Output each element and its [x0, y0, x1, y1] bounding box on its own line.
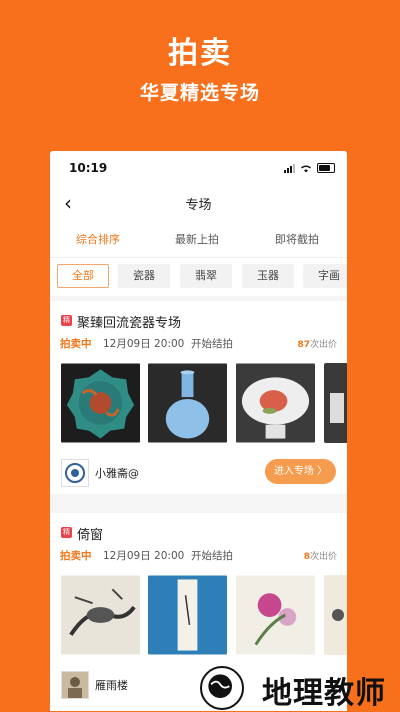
- bid-count: 87次出价: [297, 340, 337, 350]
- filter-calligraphy[interactable]: 字画: [303, 264, 347, 288]
- enter-session-button[interactable]: 进入专场 〉: [265, 459, 336, 484]
- end-date: 12月09日 20:00: [103, 338, 185, 350]
- lot-image[interactable]: [324, 363, 347, 443]
- shop-name[interactable]: 小雅斋@: [95, 465, 139, 481]
- featured-tag: 精: [61, 527, 72, 538]
- lot-image[interactable]: [236, 363, 315, 443]
- tab-ending-soon[interactable]: 即将截拍: [275, 231, 319, 247]
- auction-status: 拍卖中: [60, 338, 92, 350]
- hero-title: 拍卖: [168, 36, 232, 71]
- wifi-icon: [300, 165, 312, 173]
- bid-count: 8次出价: [303, 552, 337, 562]
- phone-screen: 10:19 ‹ 专场 综合排序 最新上拍 即将截拍 全部 瓷器 翡翠 玉器 字画…: [50, 151, 347, 711]
- tab-newest[interactable]: 最新上拍: [175, 231, 219, 247]
- status-icons: [284, 163, 335, 173]
- hero-subtitle: 华夏精选专场: [139, 82, 260, 104]
- watermark: 地理教师: [200, 662, 400, 711]
- shop-avatar[interactable]: [61, 671, 89, 699]
- filter-all[interactable]: 全部: [57, 264, 109, 288]
- lot-image[interactable]: [236, 575, 315, 655]
- lot-image[interactable]: [148, 363, 227, 443]
- shop-name[interactable]: 雁雨楼: [95, 677, 128, 693]
- lot-image[interactable]: [148, 575, 227, 655]
- filter-porcelain[interactable]: 瓷器: [118, 264, 170, 288]
- category-filters: 全部 瓷器 翡翠 玉器 字画: [50, 257, 347, 296]
- status-time: 10:19: [69, 161, 108, 175]
- end-label: 开始结拍: [191, 338, 233, 350]
- featured-tag: 精: [61, 315, 72, 326]
- filter-jade[interactable]: 玉器: [242, 264, 294, 288]
- watermark-text: 地理教师: [262, 676, 386, 711]
- sort-tabs: 综合排序 最新上拍 即将截拍: [50, 219, 347, 257]
- lot-image[interactable]: [61, 575, 140, 655]
- session-title[interactable]: 倚窗: [77, 524, 103, 543]
- end-date: 12月09日 20:00: [103, 550, 185, 562]
- globe-logo-icon: [200, 666, 244, 710]
- lot-image[interactable]: [61, 363, 140, 443]
- end-label: 开始结拍: [191, 550, 233, 562]
- battery-icon: [317, 163, 335, 173]
- shop-avatar[interactable]: [61, 459, 89, 487]
- tab-comprehensive-sort[interactable]: 综合排序: [76, 231, 120, 247]
- page-title: 专场: [185, 198, 212, 213]
- lot-thumbnails: [61, 575, 347, 655]
- auction-status: 拍卖中: [60, 550, 92, 562]
- lot-thumbnails: [61, 363, 347, 443]
- filter-jadeite[interactable]: 翡翠: [180, 264, 232, 288]
- signal-icon: [284, 164, 295, 173]
- status-bar: 10:19: [50, 151, 347, 185]
- session-title[interactable]: 聚臻回流瓷器专场: [77, 312, 181, 331]
- nav-bar: ‹ 专场: [50, 185, 347, 219]
- auction-session-card[interactable]: 精 聚臻回流瓷器专场 拍卖中 12月09日 20:00 开始结拍 87次出价 小…: [50, 301, 347, 494]
- lot-image[interactable]: [324, 575, 347, 655]
